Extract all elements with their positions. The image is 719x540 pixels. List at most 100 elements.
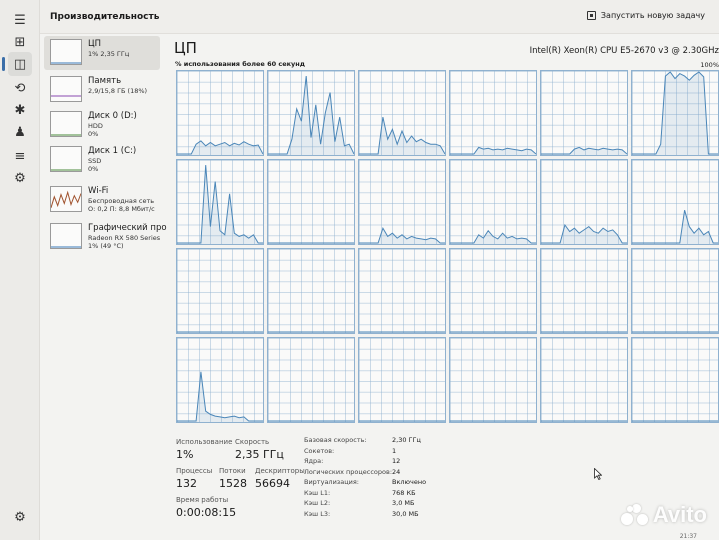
taskbar-clock: 21:37 — [679, 533, 697, 540]
property-key: Ядра: — [304, 457, 324, 465]
resource-thumbnail — [50, 111, 82, 137]
resource-item-wifi[interactable]: Wi-Fi Беспроводная сеть О: 0,2 П: 8,8 Мбит… — [44, 183, 160, 217]
property-value: 24 — [392, 467, 401, 476]
logical-cpu-graph — [540, 159, 628, 245]
property-value: 2,30 ГГц — [392, 436, 421, 444]
cpu-panel: ЦП Intel(R) Xeon(R) CPU E5-2670 v3 @ 2.3… — [164, 34, 719, 540]
resource-thumbnail — [50, 223, 82, 249]
processes-icon: ⊞ — [14, 34, 26, 50]
cpu-model-name: Intel(R) Xeon(R) CPU E5-2670 v3 @ 2.30GH… — [529, 46, 719, 56]
resource-item-cpu[interactable]: ЦП 1% 2,35 ГГц — [44, 36, 160, 70]
menu-nav-button[interactable]: ☰ — [8, 8, 32, 32]
property-row: Сокетов: 1 — [304, 447, 584, 457]
resource-item-disk1[interactable]: Диск 1 (C:) SSD 0% — [44, 143, 160, 177]
handles-value: 56694 — [255, 477, 290, 490]
logical-cpu-graph — [358, 70, 446, 156]
processes-nav-button[interactable]: ⊞ — [8, 30, 32, 54]
property-row: Логических процессоров: 24 — [304, 468, 584, 478]
usage-value: 1% — [176, 448, 194, 461]
resource-name: Диск 0 (D:) — [88, 111, 137, 121]
resource-detail: О: 0,2 П: 8,8 Мбит/с — [88, 205, 155, 213]
resource-item-disk0[interactable]: Диск 0 (D:) HDD 0% — [44, 108, 160, 142]
property-key: Кэш L3: — [304, 509, 331, 518]
resource-thumbnail — [50, 76, 82, 102]
usage-label: Использование — [176, 438, 233, 446]
app-history-nav-button[interactable]: ⟲ — [8, 76, 32, 100]
logical-cpu-graph — [631, 248, 719, 334]
property-row: Ядра: 12 — [304, 457, 584, 467]
cpu-usage-area — [177, 165, 263, 244]
cpu-usage-area — [359, 228, 445, 244]
property-row: Виртуализация: Включено — [304, 478, 584, 488]
processes-value: 132 — [176, 477, 197, 490]
speed-label: Скорость — [235, 438, 270, 446]
services-nav-button[interactable]: ⚙ — [8, 166, 32, 190]
logical-cpu-grid — [176, 70, 719, 455]
logical-cpu-graph — [358, 159, 446, 245]
cpu-stats: Использование 1% Скорость 2,35 ГГц Проце… — [176, 434, 596, 534]
property-key: Базовая скорость: — [304, 436, 367, 444]
performance-nav-button[interactable]: ◫ — [2, 52, 32, 76]
logical-cpu-graph — [449, 70, 537, 156]
resource-name: ЦП — [88, 39, 101, 49]
title-bar: Производительность Запустить новую задач… — [40, 0, 719, 34]
resource-thumbnail — [50, 186, 82, 212]
logical-cpu-graph — [631, 337, 719, 423]
resource-detail: 0% — [88, 130, 99, 138]
property-value: 768 КБ — [392, 488, 416, 497]
users-nav-button[interactable]: ♟ — [8, 120, 32, 144]
property-key: Сокетов: — [304, 446, 335, 455]
cpu-heading: ЦП — [174, 39, 197, 57]
logical-cpu-graph — [540, 248, 628, 334]
resource-detail: Беспроводная сеть — [88, 197, 155, 205]
logical-cpu-graph — [267, 159, 355, 245]
logical-cpu-graph — [449, 159, 537, 245]
details-nav-button[interactable]: ≡ — [8, 144, 32, 168]
cpu-usage-area — [632, 210, 718, 244]
resource-detail: 2,9/15,8 ГБ (18%) — [88, 87, 148, 95]
property-key: Виртуализация: — [304, 478, 359, 486]
resource-item-memory[interactable]: Память 2,9/15,8 ГБ (18%) — [44, 73, 160, 107]
property-row: Кэш L2: 3,0 МБ — [304, 499, 584, 509]
resource-name: Диск 1 (C:) — [88, 146, 137, 156]
cpu-usage-line — [177, 371, 263, 422]
resource-thumbnail — [50, 146, 82, 172]
resource-item-gpu[interactable]: Графический про Radeon RX 580 Series 1% (4… — [44, 220, 167, 254]
startup-apps-nav-button[interactable]: ✱ — [8, 98, 32, 122]
logical-cpu-graph — [267, 337, 355, 423]
speed-value: 2,35 ГГц — [235, 448, 284, 461]
run-new-task-button[interactable]: Запустить новую задачу — [586, 11, 705, 20]
resource-name: Wi-Fi — [88, 186, 109, 196]
property-key: Кэш L2: — [304, 499, 331, 507]
threads-label: Потоки — [219, 467, 246, 475]
resource-name: Память — [88, 76, 122, 86]
app-history-icon: ⟲ — [14, 80, 26, 96]
run-new-task-label: Запустить новую задачу — [600, 11, 705, 20]
property-row: Кэш L1: 768 КБ — [304, 489, 584, 499]
uptime-value: 0:00:08:15 — [176, 506, 237, 519]
avito-logo-icon — [620, 504, 649, 526]
property-row: Кэш L3: 30,0 МБ — [304, 510, 584, 520]
logical-cpu-graph — [631, 70, 719, 156]
mouse-cursor-icon — [594, 468, 602, 480]
property-value: 12 — [392, 457, 401, 465]
performance-icon: ◫ — [13, 56, 27, 72]
cpu-usage-line — [177, 165, 263, 244]
cpu-usage-area — [177, 371, 263, 422]
handles-label: Дескрипторы — [255, 467, 305, 475]
processes-label: Процессы — [176, 467, 213, 475]
logical-cpu-graph — [176, 337, 264, 423]
services-icon: ⚙ — [14, 170, 26, 186]
logical-cpu-graph — [358, 248, 446, 334]
graph-caption: % использования более 60 секунд — [175, 60, 306, 68]
logical-cpu-graph — [449, 248, 537, 334]
logical-cpu-graph — [267, 70, 355, 156]
settings-nav-button[interactable]: ⚙ — [8, 505, 32, 529]
new-task-icon — [586, 11, 596, 20]
cpu-usage-area — [359, 117, 445, 155]
nav-rail: ☰ ⊞ ◫ ⟲ ✱ ♟ ≡ ⚙ ⚙ — [0, 0, 40, 540]
resource-name: Графический про — [88, 223, 167, 233]
logical-cpu-graph — [176, 70, 264, 156]
avito-watermark: Avito — [620, 502, 707, 528]
property-value: Включено — [392, 478, 427, 486]
